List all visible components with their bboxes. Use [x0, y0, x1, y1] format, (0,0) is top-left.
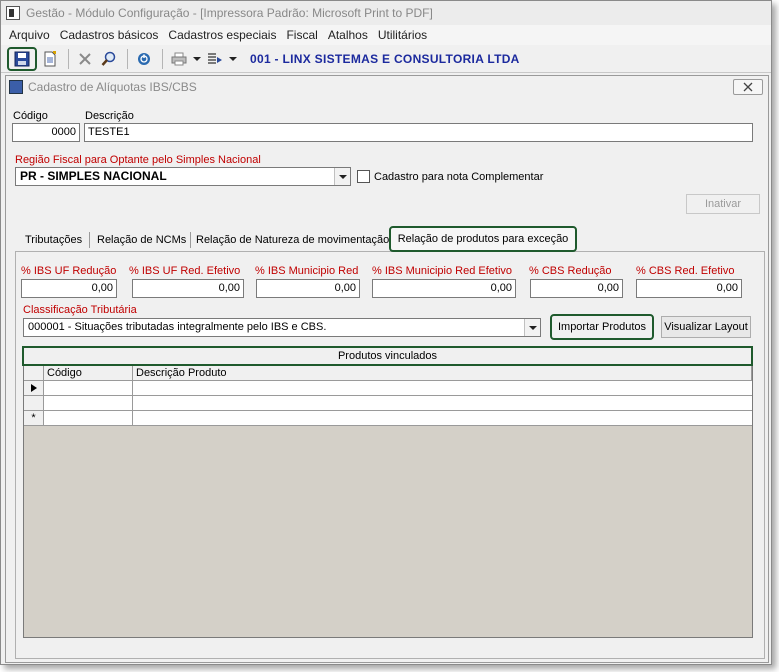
tab-produtos-excecao[interactable]: Relação de produtos para exceção [389, 226, 577, 252]
export-dropdown[interactable] [228, 48, 238, 70]
grid-header-descricao[interactable]: Descrição Produto [133, 366, 752, 381]
dialog-icon [9, 80, 23, 94]
power-button[interactable] [133, 48, 155, 70]
grid-corner [24, 366, 44, 381]
app-icon [6, 6, 20, 20]
ibs-mun-red-label: % IBS Municipio Red [255, 265, 359, 277]
save-button[interactable] [7, 46, 37, 71]
grid-cell-codigo[interactable] [44, 381, 133, 395]
cbs-reducao-label: % CBS Redução [529, 265, 612, 277]
printer-icon [171, 52, 187, 65]
row-pointer-icon [30, 384, 37, 392]
cbs-red-efetivo-field[interactable]: 0,00 [636, 279, 742, 298]
company-name: 001 - LINX SISTEMAS E CONSULTORIA LTDA [250, 51, 520, 66]
toolbar-separator [127, 48, 128, 69]
complementar-checkbox[interactable] [357, 170, 370, 183]
ibs-uf-red-efetivo-field[interactable]: 0,00 [132, 279, 244, 298]
save-icon [14, 51, 30, 66]
chevron-down-icon [229, 56, 237, 61]
ibs-uf-reducao-label: % IBS UF Redução [21, 265, 117, 277]
toolbar-separator [162, 48, 163, 69]
export-list-icon [208, 52, 222, 64]
classificacao-select[interactable]: 000001 - Situações tributadas integralme… [23, 318, 541, 337]
new-document-icon [44, 50, 56, 66]
tab-separator [190, 232, 191, 248]
ibs-uf-reducao-field[interactable]: 0,00 [21, 279, 117, 298]
chevron-down-icon [528, 325, 537, 330]
grid-caption: Produtos vinculados [22, 346, 753, 366]
descricao-label: Descrição [85, 110, 134, 122]
cbs-reducao-field[interactable]: 0,00 [530, 279, 623, 298]
menu-utilitarios[interactable]: Utilitários [373, 28, 432, 42]
regiao-value: PR - SIMPLES NACIONAL [20, 169, 167, 183]
descricao-field[interactable]: TESTE1 [84, 123, 753, 142]
search-button[interactable] [98, 48, 120, 70]
new-button[interactable] [39, 48, 61, 70]
power-icon [138, 52, 150, 65]
table-row[interactable] [24, 381, 752, 396]
menu-arquivo[interactable]: Arquivo [4, 28, 55, 42]
inativar-button[interactable]: Inativar [686, 194, 760, 214]
delete-button[interactable] [74, 48, 96, 70]
grid-header-codigo[interactable]: Código [44, 366, 133, 381]
app-window: Gestão - Módulo Configuração - [Impresso… [0, 0, 772, 665]
tab-natureza[interactable]: Relação de Natureza de movimentação [192, 228, 393, 252]
regiao-label: Região Fiscal para Optante pelo Simples … [15, 154, 261, 166]
close-icon [743, 82, 753, 92]
print-dropdown[interactable] [192, 48, 202, 70]
toolbar: 001 - LINX SISTEMAS E CONSULTORIA LTDA [1, 45, 771, 73]
dialog-close-button[interactable] [733, 79, 763, 95]
new-row-indicator: * [24, 411, 44, 426]
toolbar-separator [68, 48, 69, 69]
regiao-dropdown-button[interactable] [334, 168, 350, 185]
classificacao-dropdown-button[interactable] [524, 319, 540, 336]
importar-produtos-button[interactable]: Importar Produtos [550, 314, 654, 340]
visualizar-layout-button[interactable]: Visualizar Layout [661, 316, 751, 338]
classificacao-value: 000001 - Situações tributadas integralme… [28, 321, 327, 333]
complementar-label: Cadastro para nota Complementar [374, 171, 544, 183]
search-icon [101, 51, 116, 66]
grid-cell-codigo[interactable] [44, 396, 133, 410]
export-button[interactable] [204, 48, 226, 70]
table-row[interactable] [24, 396, 752, 411]
ibs-mun-red-field[interactable]: 0,00 [256, 279, 360, 298]
codigo-field[interactable]: 0000 [12, 123, 80, 142]
codigo-label: Código [13, 110, 48, 122]
current-row-indicator [24, 381, 44, 396]
regiao-select[interactable]: PR - SIMPLES NACIONAL [15, 167, 351, 186]
row-indicator [24, 396, 44, 411]
tab-separator [89, 232, 90, 248]
chevron-down-icon [338, 174, 347, 179]
classificacao-label: Classificação Tributária [23, 304, 137, 316]
window-title: Gestão - Módulo Configuração - [Impresso… [26, 6, 433, 20]
tab-ncms[interactable]: Relação de NCMs [93, 228, 190, 252]
ibs-mun-red-efetivo-field[interactable]: 0,00 [372, 279, 516, 298]
grid-cell-codigo[interactable] [44, 411, 133, 425]
aliquotas-dialog: Cadastro de Alíquotas IBS/CBS Código 000… [5, 75, 769, 663]
table-row-new[interactable]: * [24, 411, 752, 426]
menu-bar: Arquivo Cadastros básicos Cadastros espe… [1, 25, 771, 45]
print-button[interactable] [168, 48, 190, 70]
menu-fiscal[interactable]: Fiscal [281, 28, 322, 42]
dialog-title-bar: Cadastro de Alíquotas IBS/CBS [6, 76, 768, 98]
dialog-title: Cadastro de Alíquotas IBS/CBS [28, 80, 197, 94]
ibs-uf-red-efetivo-label: % IBS UF Red. Efetivo [129, 265, 241, 277]
menu-atalhos[interactable]: Atalhos [323, 28, 373, 42]
tab-tributacoes[interactable]: Tributações [21, 228, 86, 252]
delete-icon [79, 52, 91, 65]
menu-cadastros-basicos[interactable]: Cadastros básicos [55, 28, 164, 42]
cbs-red-efetivo-label: % CBS Red. Efetivo [636, 265, 735, 277]
ibs-mun-red-efetivo-label: % IBS Municipio Red Efetivo [372, 265, 513, 277]
menu-cadastros-especiais[interactable]: Cadastros especiais [163, 28, 281, 42]
chevron-down-icon [193, 56, 201, 61]
title-bar: Gestão - Módulo Configuração - [Impresso… [1, 1, 771, 25]
